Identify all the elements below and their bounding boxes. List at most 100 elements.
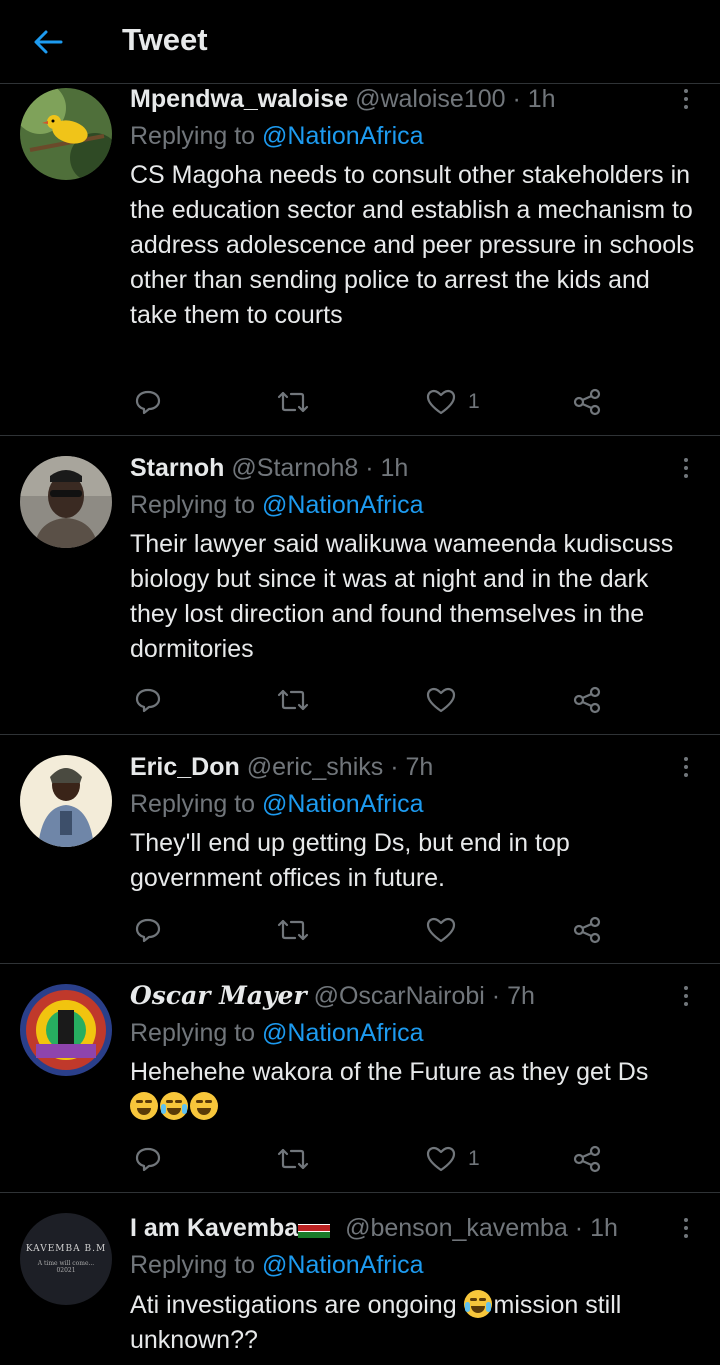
share-button[interactable] xyxy=(572,382,602,422)
share-icon xyxy=(573,388,601,416)
like-button[interactable]: 1 xyxy=(426,382,480,422)
replying-to: Replying to @NationAfrica xyxy=(130,1250,424,1280)
reply-to-link[interactable]: @NationAfrica xyxy=(262,122,424,150)
tweet-actions: 1 xyxy=(130,382,610,422)
replying-label: Replying to xyxy=(130,1251,256,1279)
crying-laughing-emoji-icon xyxy=(463,1290,492,1318)
replying-to: Replying to @NationAfrica xyxy=(130,1018,424,1048)
person-avatar-image xyxy=(20,456,112,548)
retweet-icon xyxy=(277,391,309,413)
reply-button[interactable] xyxy=(134,680,162,720)
like-button[interactable] xyxy=(426,680,468,720)
share-icon xyxy=(573,686,601,714)
tweet-actions xyxy=(130,680,610,720)
display-name[interactable]: Eric_Don xyxy=(130,753,240,781)
more-options-icon[interactable] xyxy=(676,752,696,782)
share-button[interactable] xyxy=(572,910,602,950)
more-options-icon[interactable] xyxy=(676,453,696,483)
tweet-actions xyxy=(130,910,610,950)
more-options-icon[interactable] xyxy=(676,981,696,1011)
avatar[interactable] xyxy=(20,755,112,847)
person-avatar-image xyxy=(20,755,112,847)
display-name[interactable]: Oscar Mayer xyxy=(130,981,307,1010)
replying-to: Replying to @NationAfrica xyxy=(130,121,424,151)
like-button[interactable] xyxy=(426,910,468,950)
replying-label: Replying to xyxy=(130,122,256,150)
top-bar: Tweet xyxy=(0,0,720,84)
crying-laughing-emoji-icon xyxy=(160,1092,188,1120)
comment-icon xyxy=(135,688,161,713)
user-handle[interactable]: @waloise100 xyxy=(355,85,505,113)
reply-button[interactable] xyxy=(134,910,162,950)
like-count: 1 xyxy=(468,1147,480,1170)
reply-to-link[interactable]: @NationAfrica xyxy=(262,790,424,818)
like-count: 1 xyxy=(468,390,480,413)
back-button[interactable] xyxy=(28,22,68,62)
bird-avatar-image xyxy=(20,88,112,180)
like-button[interactable]: 1 xyxy=(426,1139,480,1179)
tweet-time: · 7h xyxy=(491,982,535,1010)
replying-to: Replying to @NationAfrica xyxy=(130,789,424,819)
heart-icon xyxy=(426,687,456,713)
tweet-text: Hehehehe wakora of the Future as they ge… xyxy=(130,1058,649,1086)
more-options-icon[interactable] xyxy=(676,84,696,114)
display-name[interactable]: Mpendwa_waloise xyxy=(130,85,348,113)
reply-to-link[interactable]: @NationAfrica xyxy=(262,491,424,519)
more-options-icon[interactable] xyxy=(676,1213,696,1243)
retweet-icon xyxy=(277,689,309,711)
tweet-time: · 1h xyxy=(574,1214,618,1242)
display-name[interactable]: Starnoh xyxy=(130,454,224,482)
user-handle[interactable]: @Starnoh8 xyxy=(231,454,358,482)
share-icon xyxy=(573,916,601,944)
retweet-button[interactable] xyxy=(276,910,310,950)
reply-button[interactable] xyxy=(134,1139,162,1179)
replying-label: Replying to xyxy=(130,1019,256,1047)
avatar-line-1: KAVEMBA B.M xyxy=(25,1244,107,1254)
tweet-text: Ati investigations are ongoing xyxy=(130,1291,464,1319)
reply-to-link[interactable]: @NationAfrica xyxy=(262,1019,424,1047)
retweet-icon xyxy=(277,919,309,941)
replying-label: Replying to xyxy=(130,491,256,519)
replying-to: Replying to @NationAfrica xyxy=(130,490,424,520)
tweet-time: · 1h xyxy=(365,454,409,482)
avatar[interactable] xyxy=(20,456,112,548)
display-name[interactable]: I am Kavemba xyxy=(130,1214,298,1242)
heart-icon xyxy=(426,389,456,415)
tweet[interactable]: Starnoh @Starnoh8 · 1h Replying to @Nati… xyxy=(0,436,720,735)
user-handle[interactable]: @eric_shiks xyxy=(247,753,384,781)
tweet[interactable]: Eric_Don @eric_shiks · 7h Replying to @N… xyxy=(0,735,720,964)
tweet-text: Their lawyer said walikuwa wameenda kudi… xyxy=(130,530,674,663)
avatar[interactable]: KAVEMBA B.M A time will come... 02021 xyxy=(20,1213,112,1305)
comment-icon xyxy=(135,1147,161,1172)
retweet-button[interactable] xyxy=(276,680,310,720)
heart-icon xyxy=(426,917,456,943)
tweet-actions: 1 xyxy=(130,1139,610,1179)
reply-button[interactable] xyxy=(134,382,162,422)
artwork-avatar-image xyxy=(20,984,112,1076)
tweet-time: · 1h xyxy=(512,85,556,113)
heart-icon xyxy=(426,1146,456,1172)
tweet[interactable]: Mpendwa_waloise @waloise100 · 1h Replyin… xyxy=(0,84,720,436)
tweet[interactable]: Oscar Mayer @OscarNairobi · 7h Replying … xyxy=(0,964,720,1193)
avatar[interactable] xyxy=(20,88,112,180)
rofl-emoji-icon xyxy=(130,1092,158,1120)
page-title: Tweet xyxy=(122,22,208,57)
kenya-flag-icon xyxy=(298,1218,331,1238)
share-icon xyxy=(573,1145,601,1173)
avatar-line-3: 02021 xyxy=(56,1267,76,1274)
replying-label: Replying to xyxy=(130,790,256,818)
share-button[interactable] xyxy=(572,1139,602,1179)
user-handle[interactable]: @OscarNairobi xyxy=(314,982,485,1010)
arrow-left-icon xyxy=(34,30,63,54)
retweet-button[interactable] xyxy=(276,382,310,422)
tweet[interactable]: KAVEMBA B.M A time will come... 02021 I … xyxy=(0,1193,720,1365)
tweet-time: · 7h xyxy=(390,753,434,781)
reply-to-link[interactable]: @NationAfrica xyxy=(262,1251,424,1279)
avatar[interactable] xyxy=(20,984,112,1076)
tweet-text: They'll end up getting Ds, but end in to… xyxy=(130,829,570,892)
retweet-icon xyxy=(277,1148,309,1170)
user-handle[interactable]: @benson_kavemba xyxy=(345,1214,568,1242)
share-button[interactable] xyxy=(572,680,602,720)
retweet-button[interactable] xyxy=(276,1139,310,1179)
comment-icon xyxy=(135,390,161,415)
